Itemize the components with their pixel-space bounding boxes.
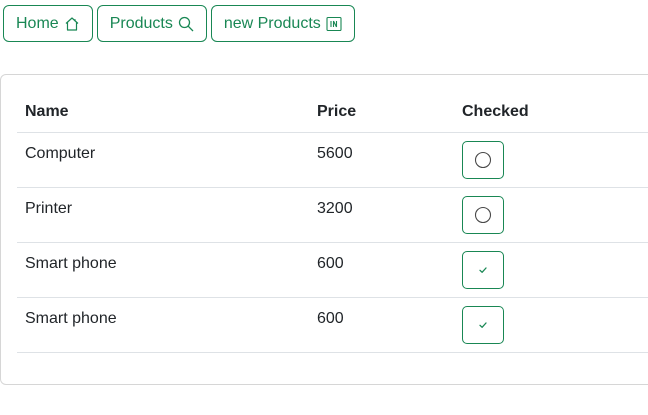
- products-button-label: Products: [109, 14, 173, 32]
- row-price: 3200: [309, 187, 454, 243]
- products-button[interactable]: Products: [96, 5, 207, 42]
- circle-icon: [474, 151, 492, 168]
- new-products-button[interactable]: new Products: [210, 5, 355, 42]
- row-checked-cell: [454, 242, 648, 298]
- circle-icon: [474, 206, 492, 223]
- home-button-label: Home: [16, 14, 59, 32]
- new-products-button-label: new Products: [223, 14, 321, 32]
- row-price: 600: [309, 297, 454, 353]
- row-name: Printer: [17, 187, 309, 243]
- header-price: Price: [309, 91, 454, 133]
- unchecked-toggle-button[interactable]: [462, 140, 504, 179]
- table-row: Printer 3200: [17, 187, 648, 243]
- table-header-row: Name Price Checked: [17, 91, 648, 133]
- check-icon: [479, 266, 487, 273]
- products-table: Name Price Checked Computer 5600 Printer: [17, 91, 648, 353]
- row-name: Computer: [17, 132, 309, 188]
- row-checked-cell: [454, 187, 648, 243]
- search-icon: [178, 16, 194, 32]
- new-item-icon: [326, 16, 342, 32]
- row-price: 600: [309, 242, 454, 298]
- checked-toggle-button[interactable]: [462, 305, 504, 344]
- house-icon: [64, 16, 80, 32]
- row-checked-cell: [454, 297, 648, 353]
- header-checked: Checked: [454, 91, 648, 133]
- row-name: Smart phone: [17, 242, 309, 298]
- top-nav: Home Products new Products: [3, 5, 355, 42]
- row-name: Smart phone: [17, 297, 309, 353]
- unchecked-toggle-button[interactable]: [462, 195, 504, 234]
- table-row: Smart phone 600: [17, 297, 648, 353]
- check-icon: [479, 321, 487, 328]
- products-card: Name Price Checked Computer 5600 Printer: [0, 74, 648, 385]
- row-price: 5600: [309, 132, 454, 188]
- row-checked-cell: [454, 132, 648, 188]
- table-row: Computer 5600: [17, 132, 648, 188]
- home-button[interactable]: Home: [3, 5, 93, 42]
- table-row: Smart phone 600: [17, 242, 648, 298]
- checked-toggle-button[interactable]: [462, 250, 504, 289]
- header-name: Name: [17, 91, 309, 133]
